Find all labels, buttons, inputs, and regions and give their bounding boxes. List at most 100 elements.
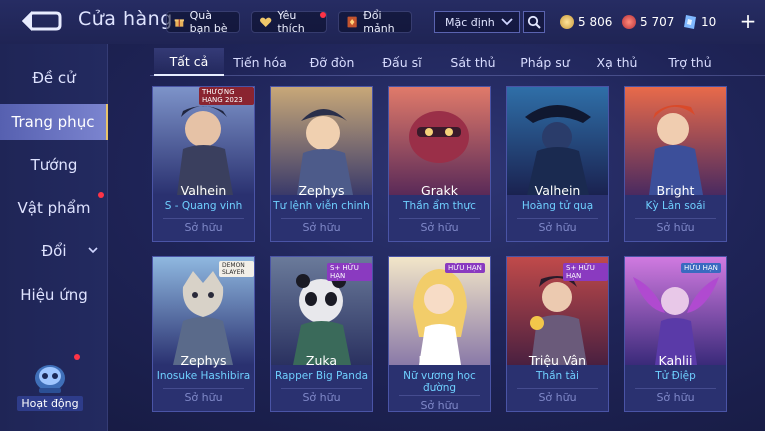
skin-card[interactable]: Valhein Hoàng tử quạ Sở hữu bbox=[506, 86, 609, 242]
skin-badge: THƯỢNG HẠNG 2023 bbox=[199, 87, 254, 105]
sidebar-item-effects[interactable]: Hiệu ứng bbox=[0, 277, 108, 313]
page-title: Cửa hàng bbox=[78, 8, 173, 30]
tab-marksman[interactable]: Xạ thủ bbox=[588, 48, 646, 76]
card-divider bbox=[517, 218, 598, 219]
plus-icon: + bbox=[739, 9, 757, 33]
friend-gift-button[interactable]: Quà bạn bè bbox=[166, 9, 240, 35]
activity-notification-dot bbox=[74, 354, 80, 360]
skin-card[interactable]: Zephys Tư lệnh viễn chinh Sở hữu bbox=[270, 86, 373, 242]
gold-coin-icon bbox=[560, 15, 574, 29]
skin-badge: S+ HỮU HẠN bbox=[563, 263, 608, 281]
skin-card[interactable]: Grakk Thần ẩm thực Sở hữu bbox=[388, 86, 491, 242]
skin-name: Tư lệnh viễn chinh bbox=[273, 200, 370, 212]
skin-portrait bbox=[625, 87, 726, 195]
friend-gift-label: Quà bạn bè bbox=[189, 9, 228, 35]
tab-label: Đấu sĩ bbox=[382, 54, 422, 70]
tab-assassin[interactable]: Sát thủ bbox=[443, 48, 503, 76]
activity-button[interactable]: Hoạt động bbox=[14, 358, 86, 416]
sidebar-item-label: Tướng bbox=[30, 156, 78, 174]
tab-label: Pháp sư bbox=[520, 54, 570, 70]
skin-card[interactable]: HỮU HẠN Kahlii Tử Điệp Sở hữu bbox=[624, 256, 727, 412]
top-bar: Cửa hàng Quà bạn bè Yêu thích Đổi mảnh M… bbox=[0, 0, 765, 44]
skin-portrait bbox=[389, 257, 490, 365]
owned-status: Sở hữu bbox=[420, 221, 459, 234]
owned-status: Sở hữu bbox=[302, 391, 341, 404]
sidebar-item-exchange[interactable]: Đổi bbox=[0, 233, 108, 269]
skin-portrait bbox=[625, 257, 726, 365]
back-arrow-icon bbox=[21, 11, 62, 31]
tab-evolution[interactable]: Tiến hóa bbox=[230, 48, 290, 76]
tab-tank[interactable]: Đỡ đòn bbox=[302, 48, 362, 76]
skin-card[interactable]: Bright Kỳ Lân soái Sở hữu bbox=[624, 86, 727, 242]
tab-label: Đỡ đòn bbox=[309, 54, 355, 70]
fragment-card-icon bbox=[347, 16, 357, 28]
card-divider bbox=[163, 218, 244, 219]
heart-icon bbox=[260, 17, 272, 28]
skin-name: Inosuke Hashibira bbox=[156, 370, 251, 382]
owned-status: Sở hữu bbox=[302, 221, 341, 234]
search-button[interactable] bbox=[523, 11, 545, 33]
skin-card[interactable]: DEMON SLAYER Zephys Inosuke Hashibira Sở… bbox=[152, 256, 255, 412]
sidebar-item-costumes[interactable]: Trang phục bbox=[0, 104, 108, 140]
skin-badge: HỮU HẠN bbox=[445, 263, 485, 273]
search-icon bbox=[527, 15, 541, 29]
favorites-label: Yêu thích bbox=[277, 9, 305, 35]
gift-icon bbox=[174, 19, 184, 27]
fragment-exchange-button[interactable]: Đổi mảnh bbox=[338, 9, 412, 35]
tab-support[interactable]: Trợ thủ bbox=[660, 48, 720, 76]
skin-card[interactable]: S+ HỮU HẠN Zuka Rapper Big Panda Sở hữu bbox=[270, 256, 373, 412]
card-divider bbox=[517, 388, 598, 389]
owned-status: Sở hữu bbox=[538, 391, 577, 404]
gem-amount: 5 707 bbox=[640, 15, 675, 29]
sidebar-item-heroes[interactable]: Tướng bbox=[0, 147, 108, 183]
items-notification-dot bbox=[98, 192, 104, 198]
sidebar: Đề cử Trang phục Tướng Vật phẩm Đổi Hiệu… bbox=[0, 44, 108, 431]
hero-name: Lauriel bbox=[418, 353, 461, 368]
activity-label: Hoạt động bbox=[17, 396, 83, 411]
sidebar-item-label: Hiệu ứng bbox=[20, 286, 88, 304]
sort-dropdown[interactable]: Mặc định bbox=[434, 11, 520, 33]
favorites-notification-dot bbox=[320, 12, 326, 18]
gold-amount: 5 806 bbox=[578, 15, 613, 29]
tab-label: Tất cả bbox=[169, 53, 209, 69]
sidebar-item-label: Vật phẩm bbox=[17, 199, 91, 217]
tab-mage[interactable]: Pháp sư bbox=[513, 48, 577, 76]
card-divider bbox=[163, 388, 244, 389]
skin-portrait bbox=[271, 87, 372, 195]
voucher-icon bbox=[684, 15, 696, 29]
tab-fighter[interactable]: Đấu sĩ bbox=[372, 48, 432, 76]
back-button[interactable] bbox=[20, 8, 64, 34]
skin-name: Tử Điệp bbox=[655, 370, 696, 382]
voucher-amount: 10 bbox=[701, 15, 717, 29]
hero-name: Triệu Vân bbox=[528, 353, 587, 368]
card-divider bbox=[399, 218, 480, 219]
hero-name: Kahlii bbox=[658, 353, 693, 368]
hero-name: Bright bbox=[656, 183, 695, 198]
tab-label: Sát thủ bbox=[450, 54, 496, 70]
category-tabs: Tất cả Tiến hóa Đỡ đòn Đấu sĩ Sát thủ Ph… bbox=[150, 48, 765, 76]
sidebar-item-recommended[interactable]: Đề cử bbox=[0, 60, 108, 96]
skin-name: Kỳ Lân soái bbox=[645, 200, 706, 212]
card-divider bbox=[281, 218, 362, 219]
add-currency-button[interactable]: + bbox=[738, 10, 758, 32]
hero-name: Zuka bbox=[305, 353, 338, 368]
skin-portrait bbox=[507, 87, 608, 195]
card-divider bbox=[399, 395, 480, 396]
tab-all[interactable]: Tất cả bbox=[154, 48, 224, 76]
hero-name: Valhein bbox=[180, 183, 227, 198]
skin-card[interactable]: THƯỢNG HẠNG 2023 Valhein S - Quang vinh … bbox=[152, 86, 255, 242]
favorites-button[interactable]: Yêu thích bbox=[251, 9, 327, 35]
card-divider bbox=[635, 218, 716, 219]
skin-portrait bbox=[389, 87, 490, 195]
skin-badge: S+ HỮU HẠN bbox=[327, 263, 372, 281]
activity-robot-icon bbox=[35, 365, 65, 393]
owned-status: Sở hữu bbox=[420, 399, 459, 412]
skin-card[interactable]: S+ HỮU HẠN Triệu Vân Thần tài Sở hữu bbox=[506, 256, 609, 412]
sidebar-item-items[interactable]: Vật phẩm bbox=[0, 190, 108, 226]
skin-card[interactable]: HỮU HẠN Lauriel Nữ vương học đường Sở hữ… bbox=[388, 256, 491, 412]
sort-selected-label: Mặc định bbox=[445, 15, 495, 29]
hero-name: Valhein bbox=[534, 183, 581, 198]
hero-name: Grakk bbox=[421, 183, 458, 198]
skin-name: Thần ẩm thực bbox=[403, 200, 476, 212]
card-divider bbox=[635, 388, 716, 389]
